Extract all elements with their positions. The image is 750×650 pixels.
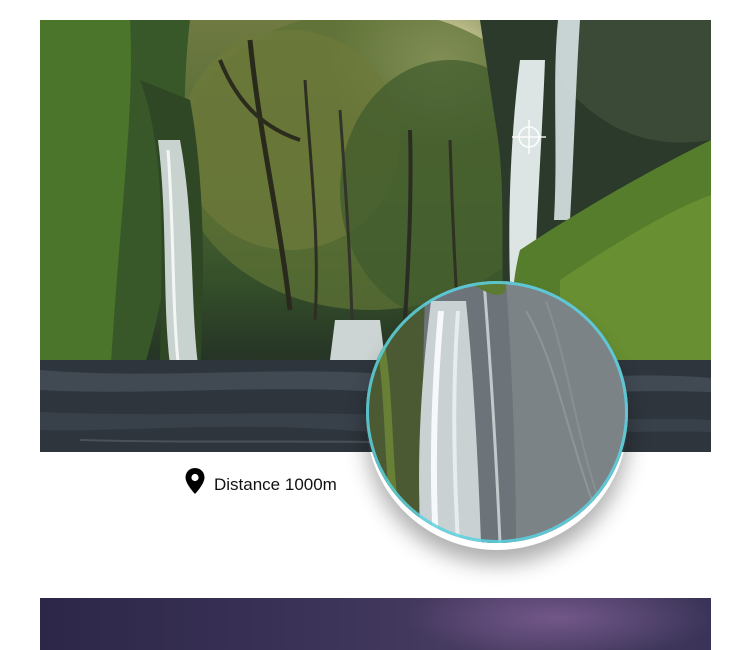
magnifier-lens <box>366 281 628 543</box>
location-pin-icon <box>184 467 206 495</box>
magnified-waterfall-illustration <box>366 281 628 543</box>
distance-label: Distance 1000m <box>214 475 337 494</box>
crosshair-icon <box>512 120 546 154</box>
night-sky-image <box>40 598 711 650</box>
distance-info: Distance 1000m <box>184 466 337 496</box>
